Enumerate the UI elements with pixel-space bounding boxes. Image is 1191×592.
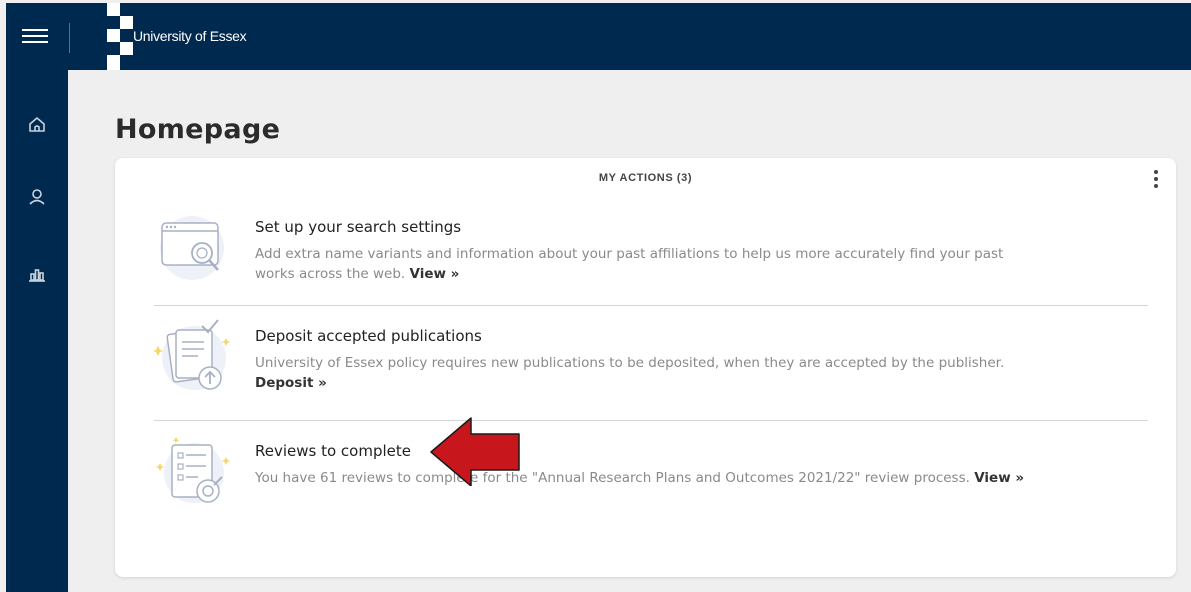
action-description: Add extra name variants and information … bbox=[255, 246, 1004, 282]
view-link[interactable]: View » bbox=[410, 266, 460, 282]
action-item-reviews: Reviews to complete You have 61 reviews … bbox=[154, 433, 1148, 533]
action-title[interactable]: Deposit accepted publications bbox=[255, 327, 482, 345]
university-logo[interactable]: University of Essex bbox=[99, 3, 299, 70]
annotation-arrow-icon bbox=[430, 417, 520, 486]
action-item-search-settings: Set up your search settings Add extra na… bbox=[154, 208, 1148, 298]
user-icon[interactable] bbox=[25, 185, 49, 209]
card-header: MY ACTIONS (3) bbox=[598, 172, 693, 184]
search-settings-illustration bbox=[160, 216, 224, 280]
deposit-link[interactable]: Deposit » bbox=[255, 375, 327, 391]
page-title: Homepage bbox=[115, 114, 281, 145]
action-item-deposit: Deposit accepted publications University… bbox=[154, 318, 1148, 418]
divider bbox=[154, 420, 1148, 421]
deposit-illustration bbox=[154, 319, 231, 390]
action-title[interactable]: Set up your search settings bbox=[255, 218, 461, 236]
divider bbox=[154, 305, 1148, 306]
brand-name: University of Essex bbox=[133, 28, 247, 44]
main-content: Homepage MY ACTIONS (3) Set up your sear… bbox=[68, 70, 1191, 592]
action-description: You have 61 reviews to complete for the … bbox=[255, 470, 1025, 486]
home-icon[interactable] bbox=[25, 113, 49, 137]
reviews-illustration bbox=[155, 437, 231, 503]
my-actions-card: MY ACTIONS (3) Set up your search settin… bbox=[115, 158, 1176, 577]
hamburger-menu-icon[interactable] bbox=[22, 25, 48, 47]
action-title[interactable]: Reviews to complete bbox=[255, 442, 411, 460]
top-bar: University of Essex bbox=[6, 3, 1191, 70]
more-options-icon[interactable] bbox=[1150, 170, 1162, 194]
action-description: University of Essex policy requires new … bbox=[255, 355, 1005, 391]
divider bbox=[69, 23, 70, 53]
sidebar bbox=[6, 70, 68, 592]
view-link[interactable]: View » bbox=[974, 470, 1024, 486]
bar-chart-icon[interactable] bbox=[25, 262, 49, 286]
